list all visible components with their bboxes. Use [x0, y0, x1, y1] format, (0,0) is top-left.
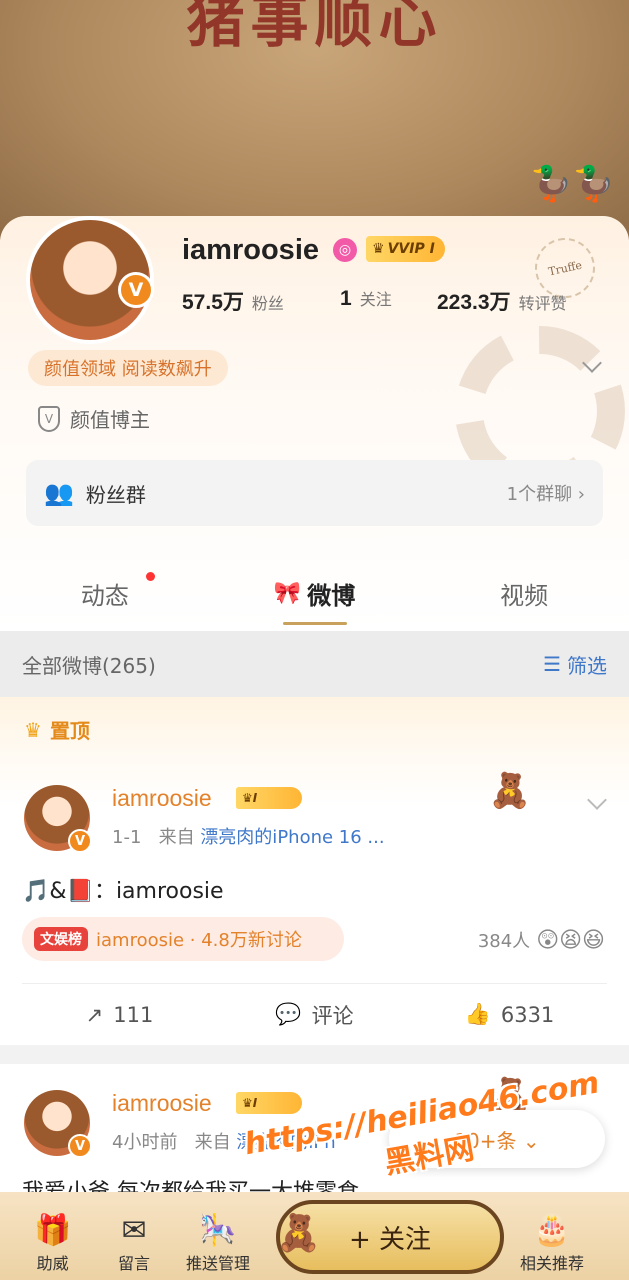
notification-dot — [146, 572, 155, 581]
all-posts-count[interactable]: 全部微博(265) — [22, 650, 156, 679]
post-card[interactable]: ♛ 置顶 V iamroosie ♛ I 1-1 来自 漂亮肉的iPhone 1… — [0, 697, 629, 1045]
post-author[interactable]: iamroosie — [112, 1090, 212, 1117]
hot-topic-pill[interactable]: 文娱榜 iamroosie · 4.8万新讨论 — [22, 917, 344, 961]
verified-badge-icon: V — [118, 272, 154, 308]
tab-indicator — [282, 622, 347, 625]
post-source[interactable]: 漂亮肉的iPhone 16 ... — [200, 827, 384, 848]
duck-sticker-icon: 🦆🦆 — [530, 164, 615, 204]
pinned-label: ♛ 置顶 — [24, 715, 90, 744]
post-time: 1-1 — [112, 827, 142, 848]
tab-weibo[interactable]: 🎀 微博 — [210, 556, 420, 631]
group-icon: 👥 — [44, 479, 74, 507]
banner-title: 猪事顺心 — [186, 0, 443, 55]
post-actions: ↗ 111 💬 评论 👍 6331 — [22, 983, 607, 1045]
tab-label: 视频 — [500, 582, 549, 610]
crown-icon: ♛ — [372, 241, 385, 257]
stat-label: 转评赞 — [518, 294, 567, 313]
stat-label: 关注 — [359, 290, 392, 309]
emoji-reaction-icon: 😲😫😆 — [536, 927, 605, 953]
bottom-action-bar: 🎁 助威 ✉ 留言 🎠 推送管理 + 关注 🧸 🎂 相关推荐 — [0, 1192, 629, 1280]
carousel-icon: 🎠 — [199, 1213, 237, 1248]
cheer-button[interactable]: 🎁 助威 — [34, 1213, 71, 1274]
repost-count: 111 — [113, 1002, 154, 1027]
stat-fans[interactable]: 57.5万 粉丝 — [182, 286, 284, 316]
hot-tag: 文娱榜 — [34, 927, 88, 951]
filter-button[interactable]: ☰ 筛选 — [543, 650, 607, 679]
profile-banner: 猪事顺心 🦆🦆 — [0, 0, 629, 240]
vip-label: I — [252, 791, 258, 805]
post-time: 4小时前 — [112, 1132, 178, 1153]
like-count: 6331 — [500, 1002, 555, 1027]
verified-badge-icon: V — [68, 1134, 92, 1158]
bottom-label: 相关推荐 — [520, 1254, 585, 1273]
hot-text: iamroosie · 4.8万新讨论 — [96, 930, 302, 951]
stat-value: 57.5万 — [182, 291, 244, 314]
related-recommend-button[interactable]: 🎂 相关推荐 — [520, 1213, 584, 1274]
chevron-down-icon[interactable] — [587, 790, 607, 810]
bottom-label: 助威 — [36, 1254, 69, 1273]
gift-icon: 🎁 — [34, 1213, 72, 1248]
post-meta: 1-1 来自 漂亮肉的iPhone 16 ... — [112, 823, 385, 849]
repost-button[interactable]: ↗ 111 — [22, 984, 217, 1045]
thumbs-up-icon: 👍 — [464, 1002, 491, 1026]
tab-feed[interactable]: 动态 — [0, 556, 210, 631]
push-settings-button[interactable]: 🎠 推送管理 — [186, 1213, 250, 1274]
username: iamroosie — [182, 234, 319, 266]
stat-following[interactable]: 1 关注 — [340, 286, 392, 311]
bear-sticker-icon: 🧸 — [488, 771, 532, 811]
like-button[interactable]: 👍 6331 — [412, 984, 607, 1045]
reaction-count: 384人 — [477, 931, 531, 952]
profile-card: Truffe V iamroosie ◎ ♛ VVIP I 57.5万 粉丝 1关… — [0, 216, 629, 631]
domain-tag[interactable]: 颜值领域 阅读数飙升 — [28, 350, 228, 386]
fans-group-label: 粉丝群 — [85, 482, 146, 507]
letter-icon: ✉ — [121, 1213, 147, 1248]
reactions[interactable]: 384人 😲😫😆 — [478, 927, 605, 953]
filter-label: 筛选 — [567, 653, 607, 678]
stat-value: 1 — [340, 287, 352, 310]
filter-bar: 全部微博(265) ☰ 筛选 — [0, 631, 629, 697]
profile-tabs: 动态 🎀 微博 视频 — [0, 556, 629, 631]
vip-badge[interactable]: ♛ I — [236, 787, 302, 809]
fans-group-card[interactable]: 👥 粉丝群 1个群聊 › — [26, 460, 603, 526]
vip-badge[interactable]: ♛ VVIP I — [366, 236, 445, 262]
cert-label: 颜值博主 — [70, 408, 150, 432]
tab-label: 微博 — [307, 582, 356, 610]
post-text: 🎵&📕：iamroosie — [22, 879, 224, 904]
shield-icon: V — [38, 405, 60, 432]
vip-badge[interactable]: ♛ I — [236, 1092, 302, 1114]
bottom-label: 留言 — [118, 1254, 151, 1273]
post-author[interactable]: iamroosie — [112, 785, 212, 812]
bear-icon: 🧸 — [276, 1213, 321, 1254]
vip-label: VVIP I — [387, 241, 435, 257]
filter-icon: ☰ — [543, 652, 561, 676]
pink-member-icon[interactable]: ◎ — [333, 238, 357, 262]
source-prefix: 来自 — [158, 827, 195, 848]
fans-group-count: 1个群聊 › — [506, 484, 585, 505]
stat-interactions[interactable]: 223.3万 转评赞 — [437, 286, 567, 316]
message-button[interactable]: ✉ 留言 — [118, 1213, 150, 1274]
verified-badge-icon: V — [68, 829, 92, 853]
pinned-text: 置顶 — [49, 719, 90, 743]
certification: V 颜值博主 — [38, 404, 150, 433]
tab-video[interactable]: 视频 — [419, 556, 629, 631]
source-prefix: 来自 — [194, 1132, 231, 1153]
cake-icon: 🎂 — [533, 1213, 571, 1248]
bow-icon: 🎀 — [273, 581, 302, 606]
tab-label: 动态 — [80, 582, 129, 610]
stat-value: 223.3万 — [437, 291, 511, 314]
bottom-label: 推送管理 — [186, 1254, 251, 1273]
crown-icon: ♛ — [24, 717, 42, 742]
comment-label: 评论 — [311, 1003, 354, 1028]
vip-label: I — [252, 1096, 258, 1110]
comment-button[interactable]: 💬 评论 — [217, 984, 412, 1045]
comment-icon: 💬 — [275, 1002, 302, 1026]
share-icon: ↗ — [85, 1002, 104, 1027]
stat-label: 粉丝 — [251, 294, 284, 313]
